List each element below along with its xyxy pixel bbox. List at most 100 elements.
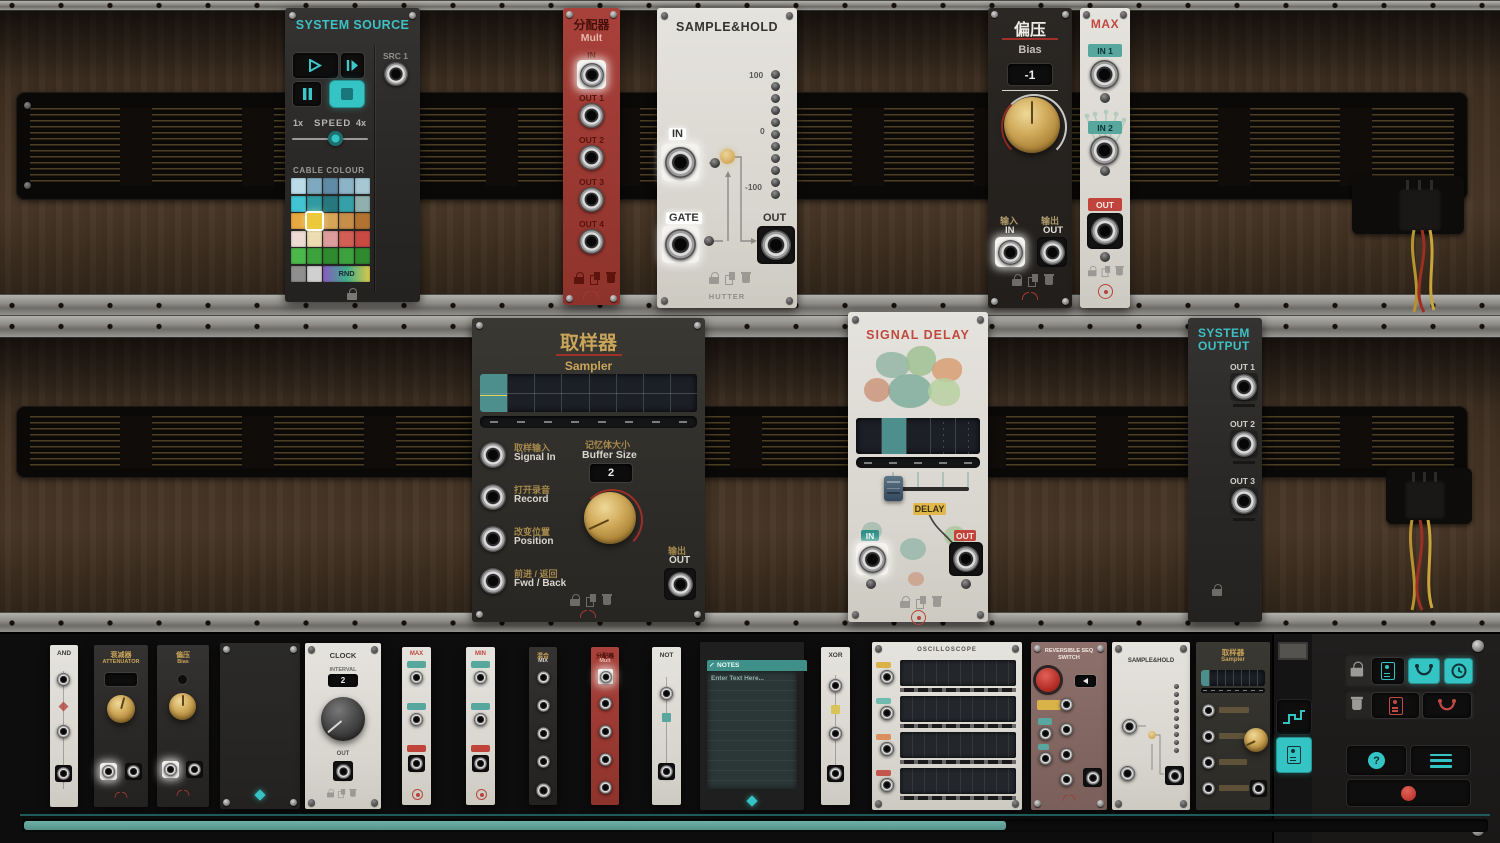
cable-colour-swatch[interactable] <box>291 248 306 264</box>
delete-modules-button[interactable] <box>1372 693 1419 718</box>
cable-colour-swatch[interactable] <box>323 196 338 212</box>
out-jack[interactable] <box>949 542 983 576</box>
module-sample-hold[interactable]: SAMPLE&HOLD 100 0 -100 IN GATE OUT <box>657 8 797 308</box>
lock-icon[interactable] <box>709 272 720 284</box>
cable-colour-swatch[interactable] <box>323 231 338 247</box>
cable-colour-swatch[interactable] <box>355 231 370 247</box>
in-jack[interactable] <box>995 237 1025 267</box>
tray-module-sample-hold[interactable]: SAMPLE&HOLD <box>1112 642 1190 810</box>
trash-icon[interactable] <box>1044 274 1055 286</box>
trash-icon[interactable] <box>602 594 613 606</box>
in2-jack[interactable] <box>1090 136 1119 165</box>
cable-colour-swatch[interactable] <box>323 248 338 264</box>
cable-colour-swatch[interactable] <box>355 196 370 212</box>
trash-icon[interactable] <box>606 272 617 284</box>
src1-jack[interactable] <box>384 62 408 86</box>
favourite-diamond-icon[interactable] <box>254 789 265 800</box>
tray-module-blank[interactable] <box>220 643 300 809</box>
copy-icon[interactable] <box>916 596 927 608</box>
cable-colour-swatch[interactable] <box>307 231 322 247</box>
cable-colour-swatch-selected[interactable] <box>307 213 322 229</box>
cable-colour-swatch[interactable] <box>291 231 306 247</box>
cable-colour-swatch[interactable] <box>291 178 306 194</box>
tray-module-bias[interactable]: 偏压 Bias <box>157 645 209 807</box>
gate-jack[interactable] <box>662 226 699 263</box>
modules-palette-tab[interactable] <box>1276 737 1312 773</box>
module-mult[interactable]: 分配器 Mult IN OUT 1 OUT 2 OUT 3 OUT 4 <box>563 8 620 305</box>
pause-button[interactable] <box>293 82 321 106</box>
module-system-output[interactable]: SYSTEM OUTPUT OUT 1 OUT 2 OUT 3 <box>1188 318 1262 622</box>
tray-scrollbar-thumb[interactable] <box>24 821 1006 830</box>
tray-module-mix[interactable]: 混合 MIX <box>529 647 557 805</box>
out-jack[interactable] <box>1087 213 1123 249</box>
speed-slider-handle[interactable] <box>328 131 343 146</box>
step-forward-button[interactable] <box>341 53 364 78</box>
tray-module-attenuator[interactable]: 衰减器 ATTENUATOR <box>94 645 148 807</box>
tray-scrollbar-track[interactable] <box>22 819 1488 832</box>
cable-colour-swatch[interactable] <box>291 196 306 212</box>
big-red-button[interactable] <box>1036 668 1060 692</box>
cable-colour-swatch[interactable] <box>355 248 370 264</box>
notes-body[interactable]: Enter Text Here... <box>707 671 797 789</box>
copy-icon[interactable] <box>1102 266 1111 276</box>
copy-icon[interactable] <box>725 272 736 284</box>
module-bias[interactable]: 偏压 Bias -1 输入 IN 输出 OUT <box>988 8 1072 308</box>
menu-button[interactable] <box>1411 746 1470 775</box>
lock-icon[interactable] <box>900 596 911 608</box>
lock-cables-button[interactable] <box>1408 658 1440 684</box>
tray-module-max[interactable]: MAX <box>402 647 431 805</box>
position-jack[interactable] <box>480 526 506 552</box>
tray-module-and[interactable]: AND <box>50 645 78 807</box>
tray-module-clock[interactable]: CLOCK INTERVAL 2 OUT <box>305 643 381 809</box>
help-button[interactable]: ? <box>1347 746 1406 775</box>
lock-icon[interactable] <box>1088 266 1097 276</box>
tray-module-sampler[interactable]: 取样器 Sampler <box>1196 642 1270 810</box>
trash-icon[interactable] <box>932 596 943 608</box>
copy-icon[interactable] <box>1028 274 1039 286</box>
lock-timers-button[interactable] <box>1444 658 1473 684</box>
out1-jack[interactable] <box>579 103 604 128</box>
tray-module-xor[interactable]: XOR <box>821 647 850 805</box>
in1-jack[interactable] <box>1090 60 1119 89</box>
trash-icon[interactable] <box>1115 266 1124 276</box>
module-sampler[interactable]: 取样器 Sampler 取样输入 Signal In 打开录音 Record 改… <box>472 318 705 622</box>
favourite-diamond-icon[interactable] <box>746 795 757 806</box>
lock-modules-button[interactable] <box>1372 658 1404 684</box>
lock-icon[interactable] <box>570 594 581 606</box>
cable-colour-swatch[interactable] <box>291 266 306 282</box>
copy-icon[interactable] <box>586 594 597 606</box>
out-jack[interactable] <box>664 568 696 600</box>
bias-knob[interactable] <box>1004 97 1060 153</box>
record-jack[interactable] <box>480 484 506 510</box>
out-jack[interactable] <box>1037 237 1067 267</box>
signal-in-jack[interactable] <box>480 442 506 468</box>
fwd-back-jack[interactable] <box>480 568 506 594</box>
stop-button[interactable] <box>329 80 365 108</box>
buffer-knob[interactable] <box>584 492 636 544</box>
play-button[interactable] <box>293 53 338 78</box>
cable-colour-swatch[interactable] <box>323 213 338 229</box>
out-jack[interactable] <box>757 226 795 264</box>
signals-palette-tab[interactable] <box>1277 700 1311 734</box>
tray-module-notes[interactable]: NOTES Enter Text Here... <box>700 642 804 810</box>
lock-icon[interactable] <box>347 288 358 300</box>
module-max[interactable]: MAX IN 1 IN 2 OUT <box>1080 8 1130 308</box>
cable-colour-swatch[interactable] <box>307 196 322 212</box>
lock-icon[interactable] <box>1012 274 1023 286</box>
cable-colour-swatch[interactable] <box>323 178 338 194</box>
in-jack[interactable] <box>856 543 888 575</box>
out3-jack[interactable] <box>1230 487 1258 515</box>
out1-jack[interactable] <box>1230 373 1258 401</box>
tray-module-oscilloscope[interactable]: OSCILLOSCOPE <box>872 642 1022 810</box>
cable-colour-swatch[interactable] <box>339 248 354 264</box>
tray-module-mult[interactable]: 分配器 Mult <box>591 647 619 805</box>
trash-icon[interactable] <box>741 272 752 284</box>
module-signal-delay[interactable]: SIGNAL DELAY DELAY I <box>848 312 988 622</box>
out2-jack[interactable] <box>579 145 604 170</box>
cable-colour-swatch[interactable] <box>355 213 370 229</box>
cable-colour-swatch[interactable] <box>355 178 370 194</box>
tray-module-min[interactable]: MIN <box>466 647 495 805</box>
cable-colour-swatch[interactable] <box>307 248 322 264</box>
tray-module-rev-seq-switch[interactable]: REVERSIBLE SEQ SWITCH <box>1031 642 1107 810</box>
cable-colour-swatch[interactable] <box>307 178 322 194</box>
